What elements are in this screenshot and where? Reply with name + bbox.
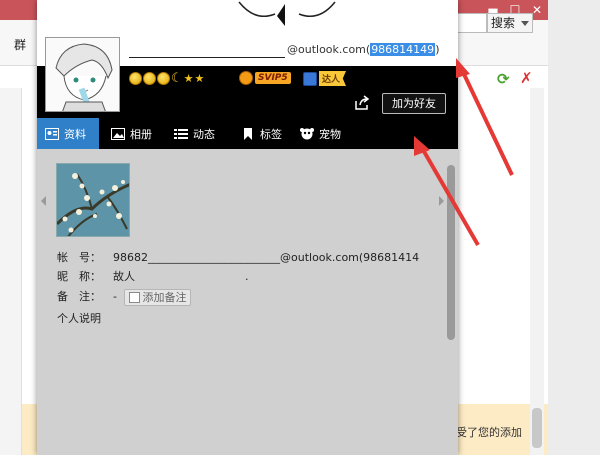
tab-label: 标签 [260, 127, 282, 141]
nickname-value: 故人 . [113, 270, 249, 283]
pet-icon [300, 127, 314, 139]
account-row: 帐 号： 98682________________________@outloo… [57, 249, 419, 265]
account-value: 98682________________________@outlook.co… [113, 251, 420, 264]
penguin-icon [239, 71, 253, 85]
daren-badge[interactable]: 达人 [303, 71, 347, 86]
share-icon[interactable] [354, 95, 370, 111]
chevron-right-icon[interactable] [439, 196, 444, 206]
email-domain: @outlook.com( [287, 43, 371, 56]
tab-label: 宠物 [319, 127, 341, 141]
tab-label: 资料 [64, 127, 86, 141]
svip-badge[interactable]: SVIP5 [239, 71, 291, 85]
tab-album[interactable]: 相册 [111, 118, 152, 149]
profile-email: @outlook.com(986814149) [287, 43, 439, 56]
profile-card-icon [45, 127, 59, 140]
search-button-label: 搜索 [491, 16, 516, 30]
email-close-paren: ) [435, 43, 440, 56]
profile-scrollbar[interactable] [447, 165, 455, 340]
search-button[interactable]: 搜索 [487, 13, 533, 33]
account-label: 帐 号： [57, 251, 101, 264]
background-left-panel [0, 88, 22, 455]
nickname-underline [129, 46, 285, 58]
background-scrollbar[interactable] [530, 88, 544, 455]
avatar[interactable] [45, 37, 120, 112]
mascot-icon [238, 1, 336, 26]
album-icon [111, 127, 125, 140]
sun-icon [129, 72, 142, 85]
tab-profile[interactable]: 资料 [37, 118, 99, 149]
close-icon[interactable]: ✗ [520, 69, 533, 87]
remark-label: 备 注： [57, 290, 101, 303]
tab-tags[interactable]: 标签 [241, 118, 282, 149]
background-scroll-thumb[interactable] [532, 408, 542, 448]
anime-avatar-icon [46, 38, 119, 111]
bookmark-icon [244, 127, 252, 140]
tab-label: 动态 [193, 127, 215, 141]
cover-photo[interactable] [56, 163, 130, 237]
remark-value: - [113, 290, 117, 303]
bio-label: 个人说明 [57, 312, 101, 325]
daren-icon [303, 71, 317, 86]
email-number-selected[interactable]: 986814149 [370, 43, 436, 56]
remark-row: 备 注： - 添加备注 [57, 288, 192, 306]
add-friend-button[interactable]: 加为好友 [382, 93, 446, 114]
nickname-row: 昵 称： 故人 . [57, 268, 249, 284]
desktop-area [548, 0, 600, 455]
star-icon: ★ [194, 72, 205, 85]
almond-blossom-image [57, 164, 129, 236]
search-input[interactable] [455, 13, 487, 33]
sun-icon [157, 72, 170, 85]
level-icons[interactable]: ☾ ★ ★ [129, 72, 204, 85]
add-remark-label: 添加备注 [142, 291, 187, 304]
moon-icon: ☾ [171, 71, 183, 86]
tab-feed[interactable]: 动态 [174, 118, 215, 149]
star-icon: ★ [183, 72, 194, 85]
svip-label: SVIP5 [255, 72, 291, 84]
nickname-label: 昵 称： [57, 270, 101, 283]
notification-text: 受了您的添加 [456, 426, 522, 439]
profile-card: @outlook.com(986814149) ☾ ★ ★ SVIP5 达人 加… [37, 0, 458, 455]
daren-label: 达人 [319, 71, 347, 86]
add-remark-button[interactable]: 添加备注 [124, 288, 192, 306]
note-icon [129, 291, 141, 303]
tab-label: 相册 [130, 127, 152, 141]
sun-icon [143, 72, 156, 85]
tab-pet[interactable]: 宠物 [300, 118, 341, 149]
refresh-icon[interactable]: ⟳ [497, 70, 510, 88]
list-icon [174, 128, 188, 139]
chevron-left-icon[interactable] [41, 196, 46, 206]
chevron-down-icon[interactable] [521, 21, 529, 26]
group-tab[interactable]: 群 [14, 36, 26, 53]
